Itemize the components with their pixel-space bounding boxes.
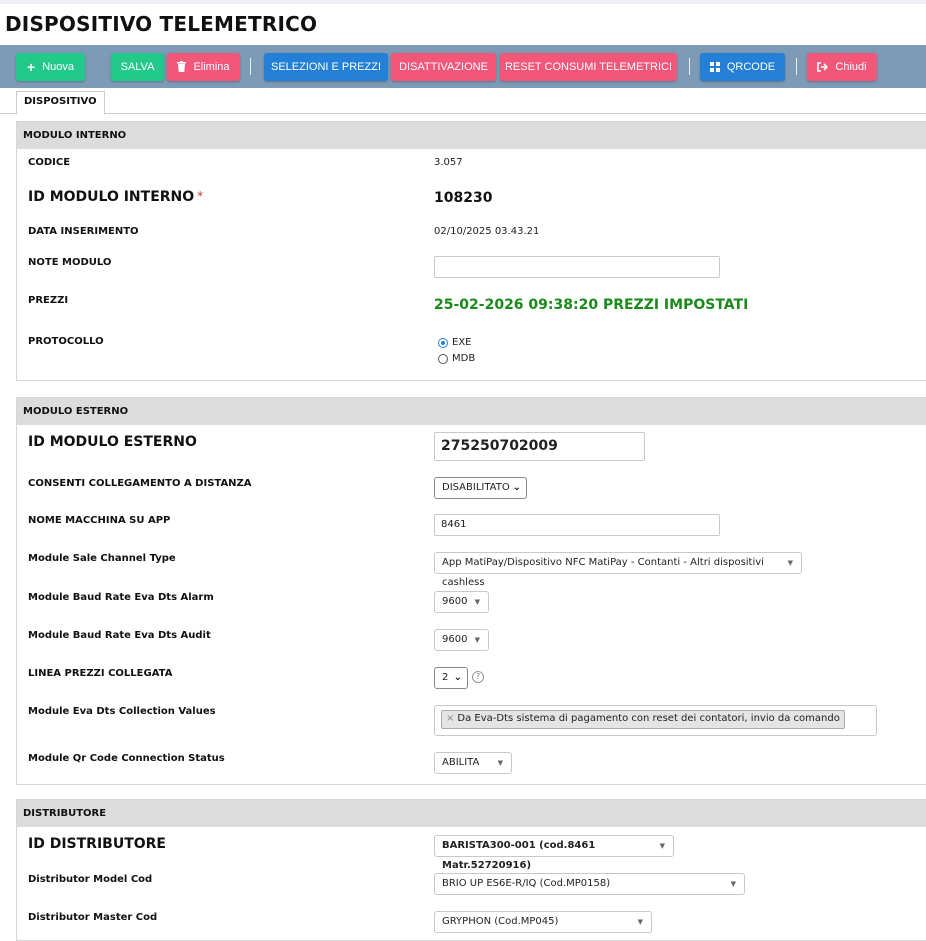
linea-prezzi-value: 2 — [442, 672, 449, 683]
id-modulo-interno-value: 108230 — [434, 190, 493, 206]
remove-chip-icon[interactable]: × — [446, 713, 454, 724]
qr-status-value: ABILITA — [442, 757, 480, 768]
prezzi-label: PREZZI — [28, 295, 69, 306]
dropdown-arrow-icon: ▼ — [474, 598, 480, 606]
nome-macchina-input[interactable]: 8461 — [434, 514, 720, 536]
id-distributore-label: ID DISTRIBUTORE — [28, 836, 166, 852]
required-mark: * — [197, 189, 204, 203]
radio-mdb-label: MDB — [452, 353, 476, 364]
note-modulo-label: NOTE MODULO — [28, 257, 112, 268]
selezioni-prezzi-label: SELEZIONI E PREZZI — [270, 61, 382, 73]
id-distributore-select[interactable]: BARISTA300-001 (cod.8461 Matr.52720916) ▼ — [434, 835, 674, 871]
save-button[interactable]: SALVA — [111, 53, 164, 81]
sale-channel-select[interactable]: App MatiPay/Dispositivo NFC MatiPay - Co… — [434, 552, 802, 588]
protocollo-label: PROTOCOLLO — [28, 336, 104, 347]
help-icon[interactable]: ? — [472, 671, 484, 683]
disattivazione-label: DISATTIVAZIONE — [399, 61, 488, 73]
baud-alarm-label: Module Baud Rate Eva Dts Alarm — [28, 592, 214, 603]
dropdown-arrow-icon: ▼ — [497, 759, 503, 767]
id-modulo-interno-label: ID MODULO INTERNO * — [28, 189, 203, 205]
dropdown-arrow-icon: ▼ — [787, 559, 793, 567]
toolbar-separator — [796, 58, 797, 75]
id-modulo-esterno-input[interactable]: 275250702009 — [434, 432, 645, 461]
linea-prezzi-select[interactable]: 2 ⌄ — [434, 667, 468, 689]
reset-consumi-button[interactable]: RESET CONSUMI TELEMETRICI — [500, 53, 677, 81]
id-modulo-interno-text: ID MODULO INTERNO — [28, 189, 195, 205]
toolbar-separator — [689, 58, 690, 75]
note-modulo-input[interactable] — [434, 256, 720, 278]
distributor-model-select[interactable]: BRIO UP ES6E-R/IQ (Cod.MP0158) ▼ — [434, 873, 745, 895]
close-button-label: Chiudi — [835, 61, 867, 73]
save-button-label: SALVA — [120, 61, 155, 73]
distributor-master-value: GRYPHON (Cod.MP045) — [442, 916, 559, 927]
radio-selected-icon — [438, 337, 448, 348]
chip-label: Da Eva-Dts sistema di pagamento con rese… — [457, 713, 840, 724]
selezioni-prezzi-button[interactable]: SELEZIONI E PREZZI — [264, 53, 388, 81]
qr-status-select[interactable]: ABILITA ▼ — [434, 752, 512, 774]
top-border — [0, 0, 926, 4]
delete-button-label: Elimina — [193, 61, 230, 73]
consenti-collegamento-value: DISABILITATO — [442, 482, 510, 493]
codice-value: 3.057 — [434, 157, 463, 168]
qrcode-label: QRCODE — [726, 61, 776, 73]
radio-unselected-icon — [438, 353, 448, 364]
codice-label: CODICE — [28, 157, 71, 168]
distributor-model-label: Distributor Model Cod — [28, 874, 153, 885]
distributor-model-value: BRIO UP ES6E-R/IQ (Cod.MP0158) — [442, 878, 611, 889]
radio-exe-label: EXE — [452, 337, 472, 348]
tab-dispositivo[interactable]: DISPOSITIVO — [16, 91, 105, 115]
new-button-label: Nuova — [42, 61, 74, 73]
chevron-down-icon: ⌄ — [453, 672, 462, 683]
chevron-down-icon: ⌄ — [512, 482, 521, 493]
dropdown-arrow-icon: ▼ — [474, 636, 480, 644]
qr-status-label: Module Qr Code Connection Status — [28, 753, 225, 764]
dropdown-arrow-icon: ▼ — [659, 842, 665, 850]
baud-alarm-value: 9600 — [442, 596, 468, 607]
disattivazione-button[interactable]: DISATTIVAZIONE — [391, 53, 496, 81]
qrcode-button[interactable]: QRCODE — [700, 53, 785, 81]
page-title: DISPOSITIVO TELEMETRICO — [5, 12, 318, 36]
baud-audit-label: Module Baud Rate Eva Dts Audit — [28, 630, 211, 641]
section-header: MODULO INTERNO — [17, 122, 926, 149]
baud-audit-select[interactable]: 9600 ▼ — [434, 629, 489, 651]
protocollo-radio-exe[interactable]: EXE — [438, 337, 472, 348]
new-button[interactable]: + Nuova — [16, 53, 85, 81]
section-header: MODULO ESTERNO — [17, 398, 926, 425]
close-button[interactable]: Chiudi — [807, 53, 877, 81]
consenti-collegamento-label: CONSENTI COLLEGAMENTO A DISTANZA — [28, 478, 252, 489]
delete-button[interactable]: Elimina — [167, 53, 240, 81]
grid-icon — [709, 60, 720, 74]
plus-icon: + — [27, 59, 36, 75]
baud-audit-value: 9600 — [442, 634, 468, 645]
section-header: DISTRIBUTORE — [17, 800, 926, 827]
dropdown-arrow-icon: ▼ — [637, 918, 643, 926]
dropdown-arrow-icon: ▼ — [730, 880, 736, 888]
protocollo-radio-mdb[interactable]: MDB — [438, 353, 475, 364]
id-modulo-esterno-label: ID MODULO ESTERNO — [28, 434, 197, 450]
baud-alarm-select[interactable]: 9600 ▼ — [434, 591, 489, 613]
sale-channel-label: Module Sale Channel Type — [28, 553, 176, 564]
linea-prezzi-label: LINEA PREZZI COLLEGATA — [28, 668, 173, 679]
sign-out-icon — [817, 60, 829, 74]
nome-macchina-label: NOME MACCHINA SU APP — [28, 515, 171, 526]
collection-value-chip: × Da Eva-Dts sistema di pagamento con res… — [441, 710, 845, 729]
data-inserimento-label: DATA INSERIMENTO — [28, 226, 139, 237]
prezzi-status: 25-02-2026 09:38:20 PREZZI IMPOSTATI — [434, 297, 749, 313]
reset-consumi-label: RESET CONSUMI TELEMETRICI — [504, 61, 673, 73]
distributor-master-label: Distributor Master Cod — [28, 912, 158, 923]
collection-values-multiselect[interactable]: × Da Eva-Dts sistema di pagamento con res… — [434, 705, 877, 736]
collection-values-label: Module Eva Dts Collection Values — [28, 706, 216, 717]
toolbar: + Nuova SALVA Elimina SELEZIONI E PREZZI… — [0, 45, 926, 88]
data-inserimento-value: 02/10/2025 03.43.21 — [434, 226, 540, 237]
toolbar-separator — [250, 58, 251, 75]
trash-icon — [177, 60, 187, 74]
tab-bar: DISPOSITIVO — [0, 90, 926, 115]
consenti-collegamento-select[interactable]: DISABILITATO ⌄ — [434, 477, 527, 499]
